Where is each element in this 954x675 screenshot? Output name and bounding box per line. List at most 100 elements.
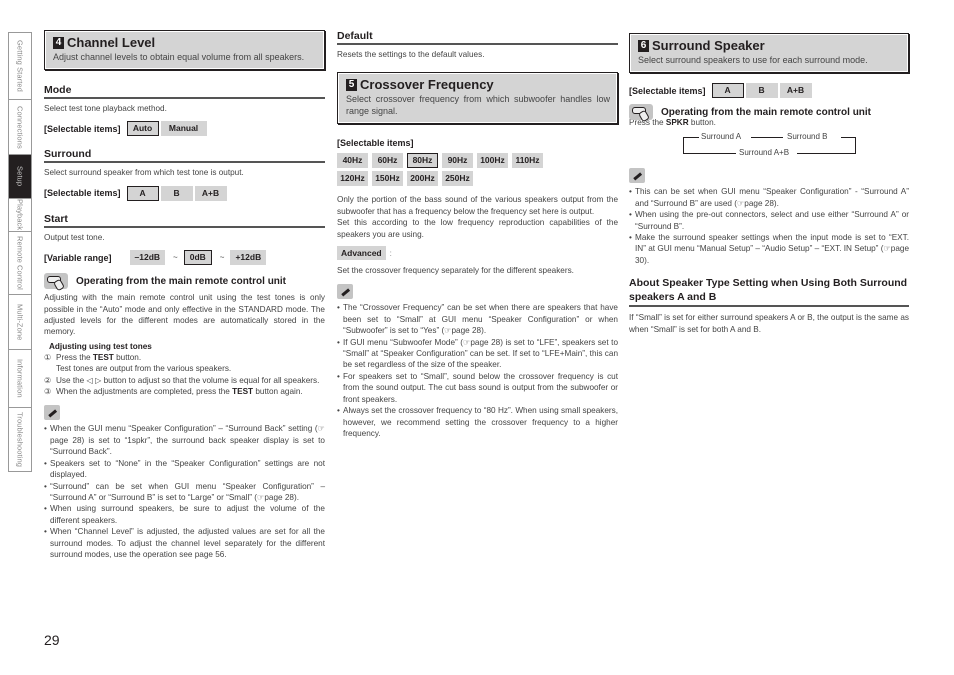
side-tab-setup[interactable]: Setup [9,155,31,199]
advanced-button[interactable]: Advanced [337,246,386,261]
section-header-surround-speaker: 6 Surround Speaker Select surround speak… [629,33,909,73]
cycle-line [855,137,856,155]
step-number: ① [44,352,52,362]
frequency-option-40hz[interactable]: 40Hz [337,153,368,169]
cycle-surround-b: Surround B [787,132,828,142]
steps-title: Adjusting using test tones [49,341,152,351]
note-item: When the GUI menu “Speaker Configuration… [44,423,325,457]
step-3: ③ When the adjustments are completed, pr… [44,386,325,397]
frequency-option-80hz[interactable]: 80Hz [407,153,438,169]
range-max-value: +12dB [230,250,267,266]
step-text: Press the TEST button. Test tones are out… [56,352,231,375]
range-min-value: –12dB [129,250,166,266]
section-title: 5 Crossover Frequency [346,77,610,92]
frequency-option-200hz[interactable]: 200Hz [407,171,438,187]
step-1: ① Press the TEST button. Test tones are o… [44,352,325,375]
frequency-option-250hz[interactable]: 250Hz [442,171,473,187]
range-current-value[interactable]: 0dB [183,250,212,266]
mode-description: Select test tone playback method. [44,104,167,113]
note-item: Make the surround speaker settings when … [629,232,909,266]
side-tab-remote-control[interactable]: Remote Control [9,232,31,295]
cycle-surround-a: Surround A [701,132,742,142]
section-description: Adjust channel levels to obtain equal vo… [53,52,305,62]
advanced-colon: : [389,248,392,258]
tilde-separator: ~ [219,253,225,263]
frequency-option-110hz[interactable]: 110Hz [512,153,543,169]
surround-speaker-option-a[interactable]: A [711,83,744,98]
selectable-items-label: [Selectable items] [44,123,121,134]
section-title: 6 Surround Speaker [638,38,901,53]
step-text-post: button again. [253,387,303,397]
side-tab-label: Getting Started [15,40,25,92]
frequency-option-150hz[interactable]: 150Hz [372,171,403,187]
spkr-instruction: Press the SPKR button. [629,117,909,128]
spkr-button-label: SPKR [665,118,689,127]
side-tab-playback[interactable]: Playback [9,199,31,232]
note-item: “Surround” can be set when GUI menu “Spe… [44,481,325,504]
mode-option-manual[interactable]: Manual [160,121,207,137]
side-tab-multi-zone[interactable]: Multi-Zone [9,295,31,350]
start-description: Output test tone. [44,232,105,242]
note-item: The “Crossover Frequency” can be set whe… [337,302,618,336]
note-item: If GUI menu “Subwoofer Mode” (☞page 28) … [337,337,618,371]
frequency-option-120hz[interactable]: 120Hz [337,171,368,187]
step-text-pre: Press the [56,352,93,362]
step-number: ② [44,375,52,385]
test-button-label: TEST [232,387,254,397]
remote-control-icon [44,273,68,290]
step-text-pre: When the adjustments are completed, pres… [56,387,233,397]
frequency-option-90hz[interactable]: 90Hz [442,153,473,169]
remote-control-icon [629,104,653,120]
selectable-items-label: [Selectable items] [629,85,706,96]
cycle-line [841,137,855,139]
page-number: 29 [44,632,60,648]
selectable-items-label: [Selectable items] [44,188,121,199]
side-tab-troubleshooting[interactable]: Troubleshooting [9,408,31,472]
side-tab-information[interactable]: Information [9,350,31,408]
surround-speaker-option-b[interactable]: B [745,83,778,98]
surround-option-a[interactable]: A [126,185,159,201]
surround-option-b[interactable]: B [160,185,193,201]
side-tab-label: Connections [15,105,25,149]
frequency-option-100hz[interactable]: 100Hz [477,153,508,169]
note-item: For speakers set to “Small”, sound below… [337,371,618,405]
surround-speaker-notes: This can be set when GUI menu “Speaker C… [629,186,909,266]
operating-description: Adjusting with the main remote control u… [44,293,325,337]
section-header-crossover-frequency: 5 Crossover Frequency Select crossover f… [337,72,618,125]
surround-option-a-b[interactable]: A+B [194,185,227,201]
surround-speaker-option-a-b[interactable]: A+B [779,83,812,98]
note-item: When using the pre-out connectors, selec… [629,209,909,232]
section-number-badge: 6 [638,39,649,52]
advanced-option: Advanced : [337,246,618,261]
channel-level-notes: When the GUI menu “Speaker Configuration… [44,423,325,560]
note-pencil-icon [44,405,60,421]
test-button-label: TEST [92,352,114,362]
section-description: Select crossover frequency from which su… [346,94,610,117]
column-crossover: Default Resets the settings to the defau… [337,30,618,439]
column-channel-level: 4 Channel Level Adjust channel levels to… [44,30,325,560]
side-tab-label: Playback [15,199,25,231]
column-surround-speaker: 6 Surround Speaker Select surround speak… [629,33,909,335]
side-tab-label: Remote Control [15,236,25,290]
side-tab-connections[interactable]: Connections [9,100,31,155]
start-variable-range: [Variable range] –12dB ~ 0dB ~ +12dB [44,250,325,266]
variable-range-label: [Variable range] [44,252,112,263]
operating-heading-text: Operating from the main remote control u… [76,275,287,287]
note-item: Speakers set to “None” in the “Speaker C… [44,458,325,481]
step-text: Use the ◁ ▷ button to adjust so that the… [56,375,320,385]
side-tab-label: Setup [15,166,25,187]
mode-option-auto[interactable]: Auto [126,121,159,137]
side-tab-getting-started[interactable]: Getting Started [9,32,31,100]
section-number-badge: 5 [346,78,357,91]
operating-heading-text: Operating from the main remote control u… [661,106,872,118]
frequency-option-60hz[interactable]: 60Hz [372,153,403,169]
cycle-surround-a-b: Surround A+B [739,148,790,158]
advanced-description: Set the crossover frequency separately f… [337,266,574,276]
section-title-text: Channel Level [67,35,156,50]
side-tab-label: Troubleshooting [15,411,25,467]
step-text: When the adjustments are completed, pres… [56,386,303,397]
default-description: Resets the settings to the default value… [337,50,485,59]
step-text-post: button. [113,352,142,362]
spkr-instruction-post: button. [688,118,716,127]
note-item: When “Channel Level” is adjusted, the ad… [44,526,325,560]
